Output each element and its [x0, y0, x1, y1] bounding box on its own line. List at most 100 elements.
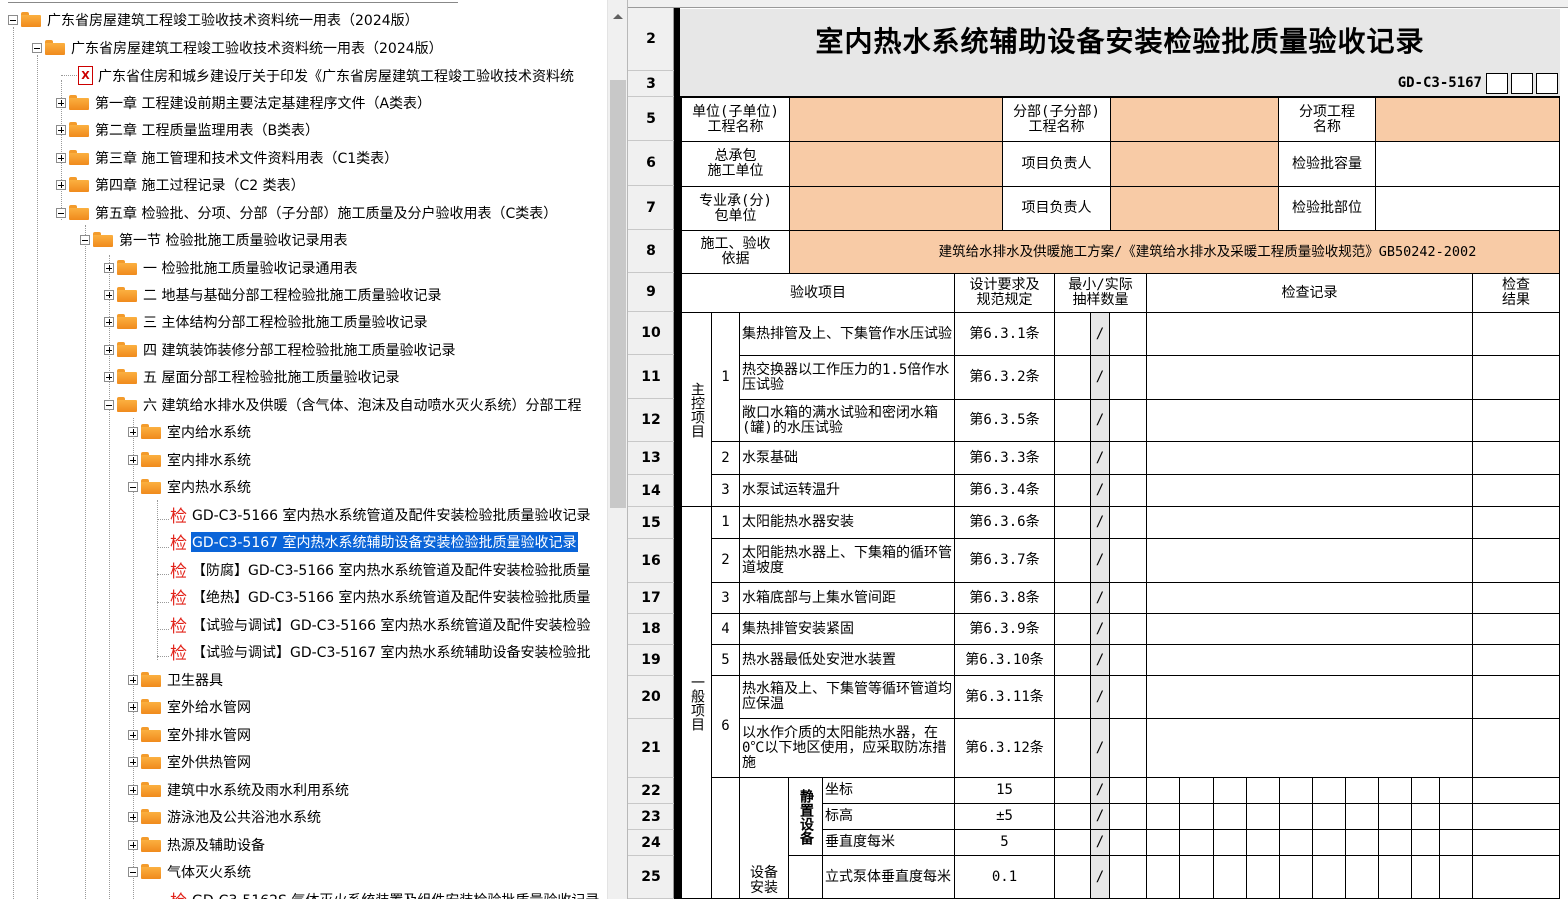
cell-division-value[interactable]: [1111, 98, 1279, 142]
tree-node-chapter-5[interactable]: 第五章 检验批、分项、分部（子分部）施工质量及分户验收用表（C类表）: [56, 199, 558, 226]
cell-subcontractor-value[interactable]: [790, 187, 1003, 231]
expand-icon[interactable]: [128, 729, 138, 740]
measurement-cell[interactable]: [1313, 804, 1346, 830]
code-checkbox[interactable]: [1486, 73, 1508, 94]
measurement-cell[interactable]: [1214, 830, 1247, 856]
tree-node-subsection-4[interactable]: 四 建筑装饰装修分部工程检验批施工质量验收记录: [104, 336, 456, 363]
tree-node-reclaimed-water[interactable]: 建筑中水系统及雨水利用系统: [128, 776, 350, 803]
tree-node-indoor-water-supply[interactable]: 室内给水系统: [128, 418, 252, 445]
expand-icon[interactable]: [128, 811, 138, 822]
expand-icon[interactable]: [128, 839, 138, 850]
expand-icon[interactable]: [128, 701, 138, 712]
expand-icon[interactable]: [128, 426, 138, 437]
check-result-cell[interactable]: [1473, 856, 1560, 899]
tree-node-doc-test-5167[interactable]: 检 【试验与调试】GD-C3-5167 室内热水系统辅助设备安装检验批: [170, 638, 592, 665]
measurement-cell[interactable]: [1214, 856, 1247, 899]
tree-node-doc-5167-selected[interactable]: 检 GD-C3-5167 室内热水系统辅助设备安装检验批质量验收记录: [170, 528, 579, 555]
tree-scrollbar[interactable]: [607, 0, 627, 899]
row-header[interactable]: 18: [628, 614, 674, 645]
sample-min-cell[interactable]: [1055, 614, 1091, 645]
tree-node-chapter-3[interactable]: 第三章 施工管理和技术文件资料用表（C1类表）: [56, 144, 399, 171]
sample-min-cell[interactable]: [1055, 804, 1091, 830]
tree-node-pool-water[interactable]: 游泳池及公共浴池水系统: [128, 803, 322, 830]
tree-node-root[interactable]: 广东省房屋建筑工程竣工验收技术资料统一用表（2024版）: [8, 6, 420, 33]
check-record-cell[interactable]: [1147, 400, 1473, 442]
check-result-cell[interactable]: [1473, 614, 1560, 645]
sample-actual-cell[interactable]: [1110, 507, 1147, 539]
check-result-cell[interactable]: [1473, 830, 1560, 856]
cell-basis-value[interactable]: 建筑给水排水及供暖施工方案/《建筑给水排水及采暖工程质量验收规范》GB50242…: [790, 231, 1560, 274]
row-header[interactable]: 15: [628, 507, 674, 539]
scrollbar-thumb[interactable]: [610, 80, 626, 508]
row-header[interactable]: 2: [628, 8, 674, 71]
row-header[interactable]: 17: [628, 583, 674, 614]
tree-node-chapter-2[interactable]: 第二章 工程质量监理用表（B类表）: [56, 116, 320, 143]
check-record-cell[interactable]: [1147, 475, 1473, 507]
sample-actual-cell[interactable]: [1110, 313, 1147, 356]
measurement-cell[interactable]: [1412, 778, 1440, 804]
tree-node-subsection-5[interactable]: 五 屋面分部工程检验批施工质量验收记录: [104, 363, 400, 390]
row-header[interactable]: 25: [628, 856, 674, 899]
check-record-cell[interactable]: [1147, 645, 1473, 676]
measurement-cell[interactable]: [1313, 856, 1346, 899]
check-result-cell[interactable]: [1473, 356, 1560, 400]
sample-min-cell[interactable]: [1055, 356, 1091, 400]
check-record-cell[interactable]: [1147, 539, 1473, 583]
sample-actual-cell[interactable]: [1110, 719, 1147, 778]
measurement-cell[interactable]: [1412, 830, 1440, 856]
measurement-cell[interactable]: [1379, 778, 1412, 804]
expand-icon[interactable]: [56, 179, 66, 190]
cell-location-value[interactable]: [1376, 187, 1560, 231]
measurement-cell[interactable]: [1346, 778, 1379, 804]
measurement-cell[interactable]: [1379, 830, 1412, 856]
check-result-cell[interactable]: [1473, 475, 1560, 507]
tree-node-indoor-hot-water[interactable]: 室内热水系统: [128, 473, 252, 500]
tree-node-doc-test-5166[interactable]: 检 【试验与调试】GD-C3-5166 室内热水系统管道及配件安装检验: [170, 611, 592, 638]
row-header[interactable]: 5: [628, 97, 674, 141]
collapse-icon[interactable]: [104, 399, 114, 410]
sample-actual-cell[interactable]: [1110, 830, 1147, 856]
measurement-cell[interactable]: [1147, 856, 1180, 899]
check-result-cell[interactable]: [1473, 442, 1560, 475]
tree-node-subsection-1[interactable]: 一 检验批施工质量验收记录通用表: [104, 254, 358, 281]
collapse-icon[interactable]: [128, 481, 138, 492]
sample-min-cell[interactable]: [1055, 778, 1091, 804]
sample-min-cell[interactable]: [1055, 676, 1091, 719]
collapse-icon[interactable]: [128, 866, 138, 877]
expand-icon[interactable]: [56, 97, 66, 108]
sample-min-cell[interactable]: [1055, 856, 1091, 899]
cell-subitem-value[interactable]: [1376, 98, 1560, 142]
measurement-cell[interactable]: [1412, 856, 1440, 899]
sample-min-cell[interactable]: [1055, 313, 1091, 356]
tree-node-outdoor-heating[interactable]: 室外供热管网: [128, 748, 252, 775]
expand-icon[interactable]: [128, 674, 138, 685]
sample-min-cell[interactable]: [1055, 583, 1091, 614]
check-result-cell[interactable]: [1473, 313, 1560, 356]
sample-min-cell[interactable]: [1055, 539, 1091, 583]
check-result-cell[interactable]: [1473, 676, 1560, 719]
collapse-icon[interactable]: [56, 207, 66, 218]
cell-contractor-value[interactable]: [790, 142, 1003, 187]
check-result-cell[interactable]: [1473, 804, 1560, 830]
measurement-cell[interactable]: [1147, 830, 1180, 856]
measurement-cell[interactable]: [1346, 804, 1379, 830]
row-header[interactable]: 10: [628, 312, 674, 355]
measurement-cell[interactable]: [1147, 804, 1180, 830]
scroll-up-arrow-icon[interactable]: [613, 14, 623, 19]
row-header[interactable]: 23: [628, 804, 674, 830]
measurement-cell[interactable]: [1313, 830, 1346, 856]
cell-unit-value[interactable]: [790, 98, 1003, 142]
expand-icon[interactable]: [104, 344, 114, 355]
collapse-icon[interactable]: [80, 234, 90, 245]
tree-node-subsection-2[interactable]: 二 地基与基础分部工程检验批施工质量验收记录: [104, 281, 442, 308]
row-header[interactable]: 8: [628, 230, 674, 273]
row-header[interactable]: 9: [628, 273, 674, 312]
tree-node-notice[interactable]: X 广东省住房和城乡建设厅关于印发《广东省房屋建筑工程竣工验收技术资料统: [78, 62, 575, 89]
measurement-cell[interactable]: [1313, 778, 1346, 804]
check-record-cell[interactable]: [1147, 719, 1473, 778]
row-header[interactable]: 7: [628, 186, 674, 230]
measurement-cell[interactable]: [1280, 804, 1313, 830]
tree-node-indoor-drainage[interactable]: 室内排水系统: [128, 446, 252, 473]
row-header[interactable]: 3: [628, 71, 674, 97]
tree-node-subsection-3[interactable]: 三 主体结构分部工程检验批施工质量验收记录: [104, 308, 428, 335]
